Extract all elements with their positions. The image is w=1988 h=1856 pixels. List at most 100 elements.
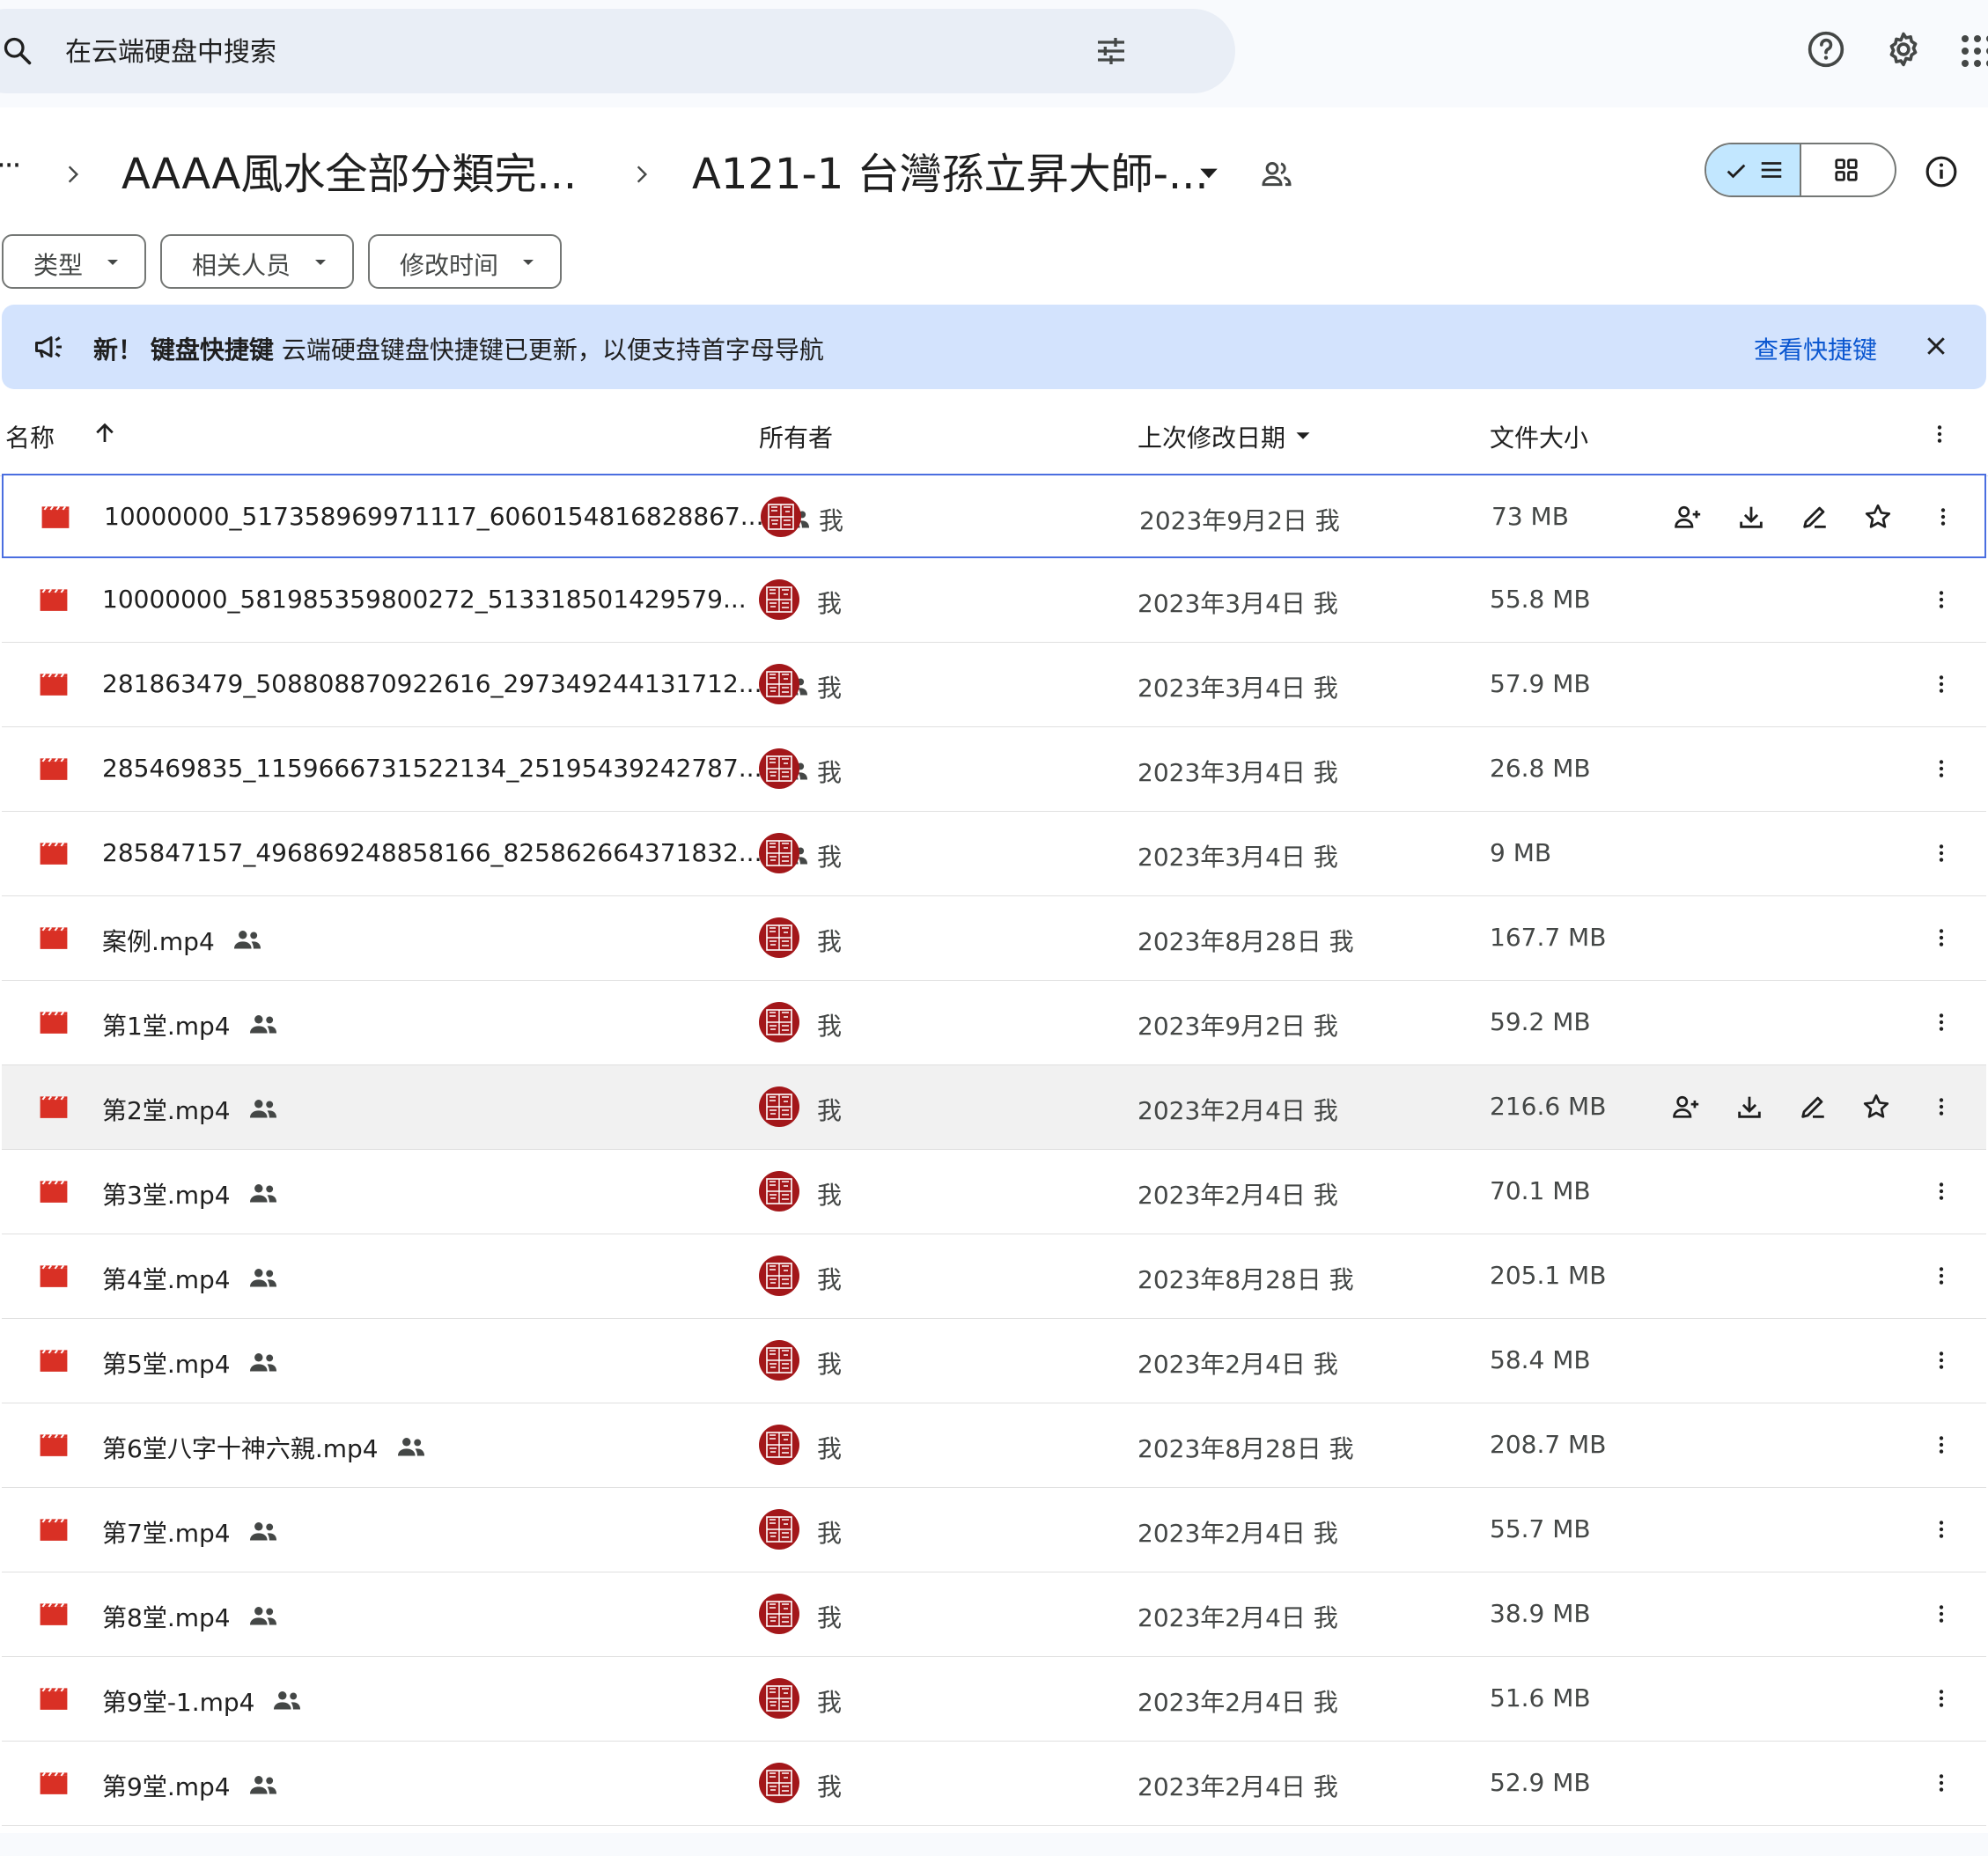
column-owner-header[interactable]: 所有者 xyxy=(759,419,833,454)
sort-ascending-icon[interactable] xyxy=(92,419,118,447)
download-icon[interactable] xyxy=(1734,1092,1764,1122)
more-options-icon[interactable] xyxy=(1932,504,1955,530)
table-row[interactable]: 第9堂.mp4 我 2023年2月4日 我 52.9 MB xyxy=(2,1742,1986,1826)
table-row[interactable]: 第8堂.mp4 我 2023年2月4日 我 38.9 MB xyxy=(2,1572,1986,1657)
more-options-icon[interactable] xyxy=(1930,586,1953,613)
more-options-icon[interactable] xyxy=(1930,671,1953,697)
video-file-icon xyxy=(39,1771,69,1796)
file-name[interactable]: 281863479_508808870922616_29734924413171… xyxy=(102,669,762,698)
more-options-icon[interactable] xyxy=(1930,1263,1953,1289)
more-options-icon[interactable] xyxy=(1930,755,1953,782)
avatar xyxy=(759,748,799,789)
settings-icon[interactable] xyxy=(1884,30,1923,69)
file-name[interactable]: 第4堂.mp4 xyxy=(102,1261,231,1296)
info-icon[interactable] xyxy=(1925,155,1958,188)
chevron-right-icon xyxy=(62,160,85,188)
star-icon[interactable] xyxy=(1861,1092,1891,1122)
table-row[interactable]: 第7堂.mp4 我 2023年2月4日 我 55.7 MB xyxy=(2,1488,1986,1572)
shared-icon xyxy=(232,928,262,951)
file-modified: 2023年8月28日 我 xyxy=(1138,927,1354,956)
more-options-icon[interactable] xyxy=(1930,1347,1953,1374)
file-owner: 我 xyxy=(817,589,843,618)
more-options-icon[interactable] xyxy=(1930,1178,1953,1204)
file-owner: 我 xyxy=(817,1096,843,1125)
table-row[interactable]: 285469835_1159666731522134_2519543924278… xyxy=(2,727,1986,812)
search-bar[interactable] xyxy=(0,9,1235,93)
folder-menu-dropdown-icon[interactable] xyxy=(1197,166,1220,181)
search-icon[interactable] xyxy=(2,35,33,67)
sort-dropdown-icon[interactable] xyxy=(1294,430,1312,442)
table-row[interactable]: 10000000_581985359800272_513318501429579… xyxy=(2,558,1986,643)
shared-icon xyxy=(248,1773,278,1796)
table-row[interactable]: 10000000_517358969971117_606015481682886… xyxy=(2,474,1986,558)
help-icon[interactable] xyxy=(1807,30,1845,69)
grid-view-button[interactable] xyxy=(1801,144,1895,195)
table-row[interactable]: 第4堂.mp4 我 2023年8月28日 我 205.1 MB xyxy=(2,1234,1986,1319)
breadcrumb-current-folder[interactable]: A121-1 台灣孫立昇大師-... xyxy=(692,143,1209,206)
table-row[interactable]: 第6堂八字十神六親.mp4 我 2023年8月28日 我 208.7 MB xyxy=(2,1403,1986,1488)
more-options-icon[interactable] xyxy=(1930,1601,1953,1627)
table-row[interactable]: 第9堂-1.mp4 我 2023年2月4日 我 51.6 MB xyxy=(2,1657,1986,1742)
avatar xyxy=(759,1002,799,1042)
file-name[interactable]: 第6堂八字十神六親.mp4 xyxy=(102,1430,379,1465)
file-owner: 我 xyxy=(817,843,843,872)
file-name[interactable]: 10000000_517358969971117_606015481682886… xyxy=(104,502,763,531)
file-name[interactable]: 第1堂.mp4 xyxy=(102,1007,231,1042)
rename-icon[interactable] xyxy=(1800,502,1830,532)
file-name[interactable]: 第9堂-1.mp4 xyxy=(102,1683,255,1719)
column-size-header[interactable]: 文件大小 xyxy=(1490,419,1588,454)
file-name[interactable]: 第3堂.mp4 xyxy=(102,1176,231,1212)
column-modified-header[interactable]: 上次修改日期 xyxy=(1138,419,1285,454)
table-row[interactable]: 第3堂.mp4 我 2023年2月4日 我 70.1 MB xyxy=(2,1150,1986,1234)
table-row[interactable]: 第1堂.mp4 我 2023年9月2日 我 59.2 MB xyxy=(2,981,1986,1065)
star-icon[interactable] xyxy=(1863,502,1893,532)
apps-grid-icon[interactable] xyxy=(1960,33,1988,69)
table-row[interactable]: 第2堂.mp4 我 2023年2月4日 我 216.6 MB xyxy=(2,1065,1986,1150)
file-name[interactable]: 第9堂.mp4 xyxy=(102,1768,231,1803)
file-name[interactable]: 285469835_1159666731522134_2519543924278… xyxy=(102,754,762,783)
table-row[interactable]: 案例.mp4 我 2023年8月28日 我 167.7 MB xyxy=(2,896,1986,981)
file-name[interactable]: 第5堂.mp4 xyxy=(102,1345,231,1381)
search-options-icon[interactable] xyxy=(1093,33,1129,69)
more-options-icon[interactable] xyxy=(1930,1516,1953,1543)
column-options-icon[interactable] xyxy=(1928,421,1951,447)
filter-type-chip[interactable]: 类型 xyxy=(2,234,146,289)
breadcrumb-parent-folder[interactable]: AAAA風水全部分類完... xyxy=(121,143,577,206)
share-icon[interactable] xyxy=(1673,502,1703,532)
shared-icon xyxy=(248,1097,278,1120)
avatar xyxy=(759,917,799,958)
column-name-header[interactable]: 名称 xyxy=(5,419,55,454)
video-file-icon xyxy=(39,757,69,782)
breadcrumb-more[interactable]: ··· xyxy=(0,148,21,183)
close-icon[interactable] xyxy=(1923,333,1949,359)
more-options-icon[interactable] xyxy=(1930,924,1953,951)
list-view-button[interactable] xyxy=(1706,144,1801,195)
file-name[interactable]: 第2堂.mp4 xyxy=(102,1092,231,1127)
view-shortcuts-link[interactable]: 查看快捷键 xyxy=(1754,331,1877,366)
avatar xyxy=(759,1594,799,1634)
download-icon[interactable] xyxy=(1736,502,1766,532)
more-options-icon[interactable] xyxy=(1930,1009,1953,1035)
more-options-icon[interactable] xyxy=(1930,1685,1953,1712)
more-options-icon[interactable] xyxy=(1930,1432,1953,1458)
search-input[interactable] xyxy=(63,26,1035,77)
more-options-icon[interactable] xyxy=(1930,1770,1953,1796)
table-row[interactable]: 第5堂.mp4 我 2023年2月4日 我 58.4 MB xyxy=(2,1319,1986,1403)
top-bar xyxy=(0,0,1988,107)
share-icon[interactable] xyxy=(1671,1092,1701,1122)
file-name[interactable]: 第8堂.mp4 xyxy=(102,1599,231,1634)
file-name[interactable]: 285847157_496869248858166_82586266437183… xyxy=(102,838,762,867)
file-name[interactable]: 10000000_581985359800272_513318501429579… xyxy=(102,585,747,614)
file-name[interactable]: 案例.mp4 xyxy=(102,923,215,958)
avatar xyxy=(759,1340,799,1381)
table-row[interactable]: 281863479_508808870922616_29734924413171… xyxy=(2,643,1986,727)
table-row[interactable]: 285847157_496869248858166_82586266437183… xyxy=(2,812,1986,896)
more-options-icon[interactable] xyxy=(1930,1094,1953,1120)
rename-icon[interactable] xyxy=(1798,1092,1828,1122)
avatar xyxy=(759,664,799,704)
filter-people-chip[interactable]: 相关人员 xyxy=(160,234,354,289)
more-options-icon[interactable] xyxy=(1930,840,1953,866)
chevron-right-icon xyxy=(630,160,653,188)
filter-modified-chip[interactable]: 修改时间 xyxy=(368,234,562,289)
file-name[interactable]: 第7堂.mp4 xyxy=(102,1514,231,1550)
